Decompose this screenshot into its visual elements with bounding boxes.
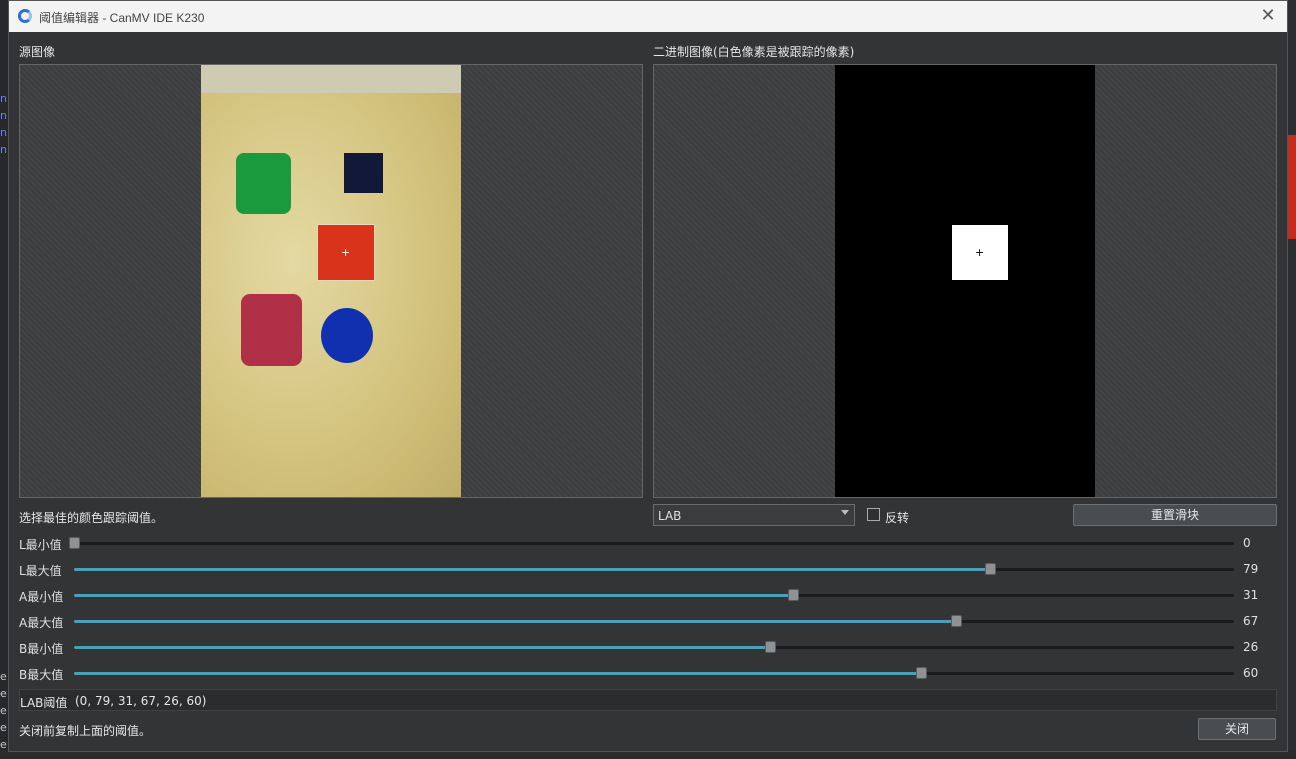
background-editor-left: n n n n e e e e e — [0, 0, 8, 759]
binary-image-panel: + — [653, 64, 1277, 498]
blue-circle — [321, 308, 373, 363]
slider-value: 26 — [1243, 640, 1259, 654]
slider-label: B最大值 — [19, 668, 64, 682]
paper-strip — [201, 65, 461, 93]
chevron-down-icon — [841, 510, 849, 515]
source-image-panel: + — [19, 64, 643, 498]
slider-value: 67 — [1243, 614, 1259, 628]
slider-track[interactable] — [74, 667, 1234, 679]
slider-track[interactable] — [74, 589, 1234, 601]
close-button[interactable]: 关闭 — [1198, 718, 1276, 740]
slider-row: A最小值 31 — [9, 585, 1287, 605]
threshold-value: (0, 79, 31, 67, 26, 60) — [75, 694, 207, 708]
slider-value: 60 — [1243, 666, 1259, 680]
crosshair-icon: + — [341, 246, 351, 259]
colorspace-select-value: LAB — [658, 509, 682, 523]
slider-handle[interactable] — [916, 667, 927, 679]
reset-sliders-button[interactable]: 重置滑块 — [1073, 504, 1277, 526]
slider-track[interactable] — [74, 563, 1234, 575]
background-red-marker — [1288, 135, 1296, 239]
hint-text: 选择最佳的颜色跟踪阈值。 — [19, 511, 164, 525]
slider-handle[interactable] — [951, 615, 962, 627]
invert-label: 反转 — [885, 511, 910, 525]
threshold-editor-dialog: 阈值编辑器 - CanMV IDE K230 ✕ 源图像 + 二进制图像(白色像… — [8, 0, 1288, 752]
slider-track[interactable] — [74, 615, 1234, 627]
slider-fill — [74, 672, 921, 675]
slider-track[interactable] — [69, 537, 1234, 549]
slider-fill — [74, 568, 990, 571]
binary-image-label: 二进制图像(白色像素是被跟踪的像素) — [653, 45, 855, 59]
canmv-logo-icon — [18, 9, 32, 23]
slider-handle[interactable] — [788, 589, 799, 601]
source-image-label: 源图像 — [19, 45, 56, 59]
slider-label: A最小值 — [19, 590, 64, 604]
close-icon[interactable]: ✕ — [1257, 5, 1279, 27]
slider-value: 31 — [1243, 588, 1259, 602]
binary-image: + — [835, 65, 1095, 497]
window-title: 阈值编辑器 - CanMV IDE K230 — [39, 11, 205, 25]
slider-row: L最小值 0 — [9, 533, 1287, 553]
slider-fill — [74, 594, 793, 597]
slider-fill — [74, 620, 956, 623]
slider-fill — [74, 646, 770, 649]
slider-label: A最大值 — [19, 616, 64, 630]
slider-handle[interactable] — [985, 563, 996, 575]
slider-track[interactable] — [74, 641, 1234, 653]
maroon-square — [241, 294, 302, 366]
threshold-output: LAB阈值 (0, 79, 31, 67, 26, 60) — [19, 689, 1277, 711]
slider-label: B最小值 — [19, 642, 64, 656]
footer-note: 关闭前复制上面的阈值。 — [19, 724, 152, 738]
slider-value: 79 — [1243, 562, 1259, 576]
slider-handle[interactable] — [69, 537, 80, 549]
slider-handle[interactable] — [765, 641, 776, 653]
colorspace-select[interactable]: LAB — [653, 504, 855, 526]
slider-row: B最小值 26 — [9, 637, 1287, 657]
background-editor-right — [1288, 0, 1296, 759]
slider-label: L最小值 — [19, 538, 62, 552]
invert-checkbox[interactable] — [867, 508, 880, 521]
slider-value: 0 — [1243, 536, 1251, 550]
tracked-blob: + — [952, 225, 1008, 280]
red-square-selected: + — [317, 224, 375, 281]
slider-row: B最大值 60 — [9, 663, 1287, 683]
crosshair-icon: + — [975, 246, 985, 259]
slider-label: L最大值 — [19, 564, 62, 578]
navy-square — [344, 153, 383, 193]
title-bar[interactable]: 阈值编辑器 - CanMV IDE K230 ✕ — [9, 1, 1287, 32]
threshold-label: LAB阈值 — [20, 696, 68, 710]
slider-row: L最大值 79 — [9, 559, 1287, 579]
source-image: + — [201, 65, 461, 497]
green-square — [236, 153, 291, 214]
slider-row: A最大值 67 — [9, 611, 1287, 631]
